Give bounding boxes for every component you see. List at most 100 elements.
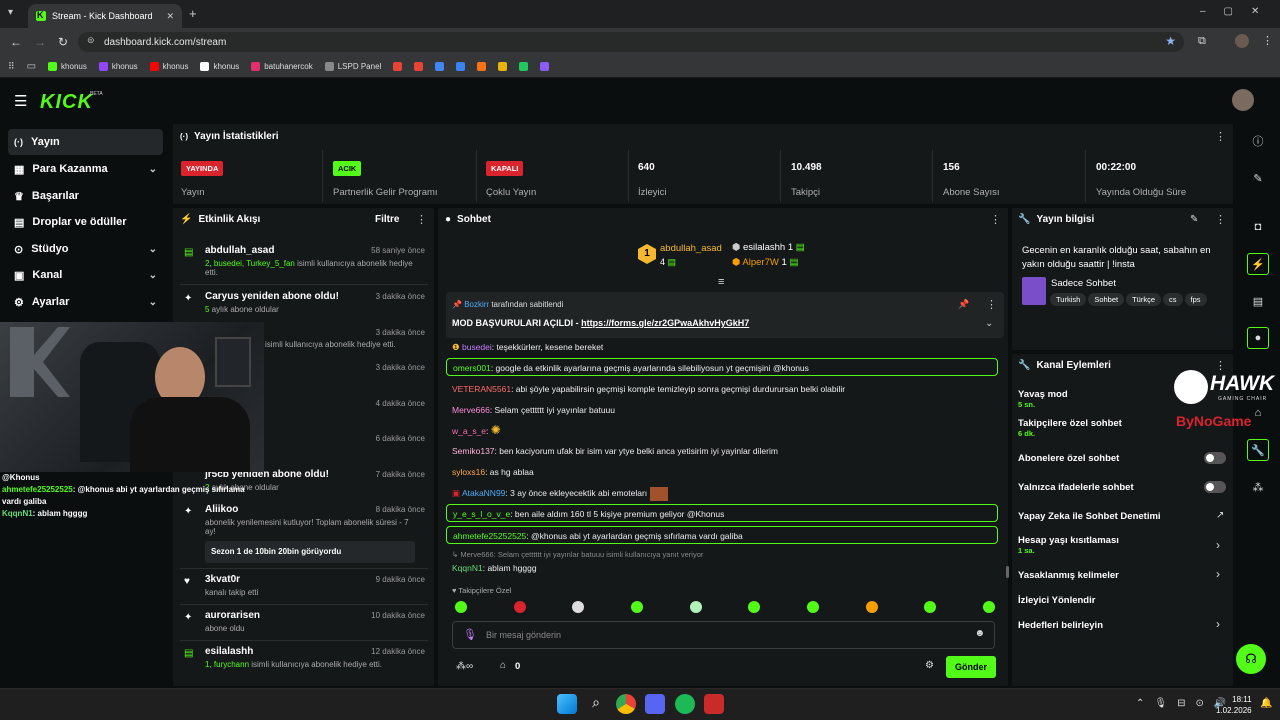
edit-pencil-icon[interactable]: ✎: [1238, 163, 1278, 193]
store-icon[interactable]: ⌂: [500, 660, 506, 671]
pin-menu-icon[interactable]: ⋮: [986, 298, 997, 311]
tab-search-icon[interactable]: ▾: [8, 7, 13, 18]
filter-button[interactable]: Filtre: [375, 214, 399, 225]
store-icon[interactable]: ⌂: [1238, 398, 1278, 428]
lightning-icon[interactable]: ⚡: [1238, 249, 1278, 279]
hamburger-menu-icon[interactable]: ☰: [14, 92, 27, 110]
sidebar-item-droplar[interactable]: ▤ Droplar ve ödüller: [8, 209, 163, 235]
folder-icon[interactable]: ▭: [27, 61, 36, 72]
discord-icon[interactable]: [645, 694, 665, 714]
external-link-icon[interactable]: ↗: [1216, 510, 1224, 521]
sidebar-item-basarilar[interactable]: ♛ Başarılar: [8, 183, 163, 209]
window-controls[interactable]: –▢✕: [1200, 6, 1277, 17]
chat-settings-icon[interactable]: ⚙: [925, 660, 934, 671]
emote-icon[interactable]: [748, 601, 761, 613]
emote-icon[interactable]: [572, 601, 585, 613]
emote-icon[interactable]: [513, 601, 526, 613]
emote-icon[interactable]: [924, 601, 937, 613]
leader-row[interactable]: ⬢ Alper7W 1 ▤: [732, 257, 798, 268]
ai-moderation-row[interactable]: Yapay Zeka ile Sohbet Denetimi: [1018, 511, 1161, 522]
chat-message[interactable]: omers001: google da etkinlik ayarlarına …: [446, 358, 998, 376]
browser-tab[interactable]: Stream - Kick Dashboard ✕: [28, 4, 182, 28]
support-headset-icon[interactable]: ☊: [1236, 644, 1266, 674]
info-icon[interactable]: ⓘ: [1238, 126, 1278, 156]
raid-row[interactable]: İzleyici Yönlendir: [1018, 595, 1095, 606]
site-info-icon[interactable]: ⊜: [87, 35, 95, 46]
extensions-icon[interactable]: ⧉: [1198, 35, 1206, 48]
chat-message[interactable]: ahmetefe25252525: @khonus abi yt ayarlar…: [446, 526, 998, 544]
emote-only-toggle[interactable]: [1204, 481, 1226, 493]
gmail-bookmark-icon[interactable]: [393, 62, 403, 71]
windows-start-icon[interactable]: [557, 694, 577, 714]
pinned-link[interactable]: https://forms.gle/zr2GPwaAkhvHyGkH7: [581, 318, 749, 328]
search-icon[interactable]: ⌕: [586, 694, 606, 714]
leader-row[interactable]: ⬢ esilalashh 1 ▤: [732, 242, 805, 253]
chat-message[interactable]: Semiko137: ben kaciyorum ufak bir isim v…: [446, 442, 998, 460]
chat-points-icon[interactable]: ⁂∞: [456, 661, 473, 672]
chat-bubble-icon[interactable]: ●: [1238, 323, 1278, 353]
bookmark-khonus-kick[interactable]: khonus: [48, 62, 87, 71]
microphone-icon[interactable]: 🎙: [463, 628, 477, 641]
app-bookmark-icon[interactable]: [498, 62, 508, 71]
emoji-picker-icon[interactable]: ☻: [974, 628, 985, 639]
chat-message[interactable]: y_e_s_l_o_v_e: ben aile aldım 160 tl 5 k…: [446, 504, 998, 522]
new-tab-icon[interactable]: +: [189, 6, 197, 21]
chrome-icon[interactable]: [616, 694, 636, 714]
apps-grid-icon[interactable]: ⠿: [8, 61, 15, 72]
chat-message[interactable]: ❶ busedei: teşekkürlerr, kesene bereket: [446, 338, 998, 356]
emote-icon[interactable]: [865, 601, 878, 613]
emote-icon[interactable]: [455, 601, 467, 613]
app-bookmark-icon[interactable]: [456, 62, 466, 71]
gmail-bookmark-icon[interactable]: [414, 62, 424, 71]
sidebar-item-yayin[interactable]: (·) Yayın: [8, 129, 163, 155]
activity-menu-icon[interactable]: ⋮: [416, 213, 427, 226]
docs-bookmark-icon[interactable]: [435, 62, 445, 71]
followers-only-row[interactable]: Takipçilere özel sohbet 6 dk.: [1018, 418, 1122, 438]
bookmark-khonus-x[interactable]: khonus: [200, 62, 239, 71]
tab-close-icon[interactable]: ✕: [166, 11, 174, 22]
app-bookmark-icon[interactable]: [477, 62, 487, 71]
wrench-icon[interactable]: 🔧: [1238, 435, 1278, 465]
sidebar-item-para-kazanma[interactable]: ▦ Para Kazanma ⌄: [8, 156, 163, 182]
chat-message[interactable]: ▣ AtakaNN99: 3 ay önce ekleyecektik abi …: [446, 484, 998, 502]
emote-icon[interactable]: [630, 601, 643, 613]
chat-message[interactable]: VETERAN5561: abi şöyle yapabilirsin geçm…: [446, 380, 998, 398]
camera-icon[interactable]: ◘: [1238, 212, 1278, 242]
chat-message[interactable]: Merve666: Selam çetttttt iyi yayınlar ba…: [446, 401, 998, 419]
app-taskbar-icon[interactable]: [704, 694, 724, 714]
chevron-down-icon[interactable]: ⌄: [985, 318, 993, 329]
chevron-right-icon[interactable]: ›: [1216, 538, 1220, 552]
chat-message[interactable]: KqqnN1: ablam hgggg: [446, 559, 998, 577]
bookmark-khonus-twitch[interactable]: khonus: [98, 62, 138, 71]
account-age-row[interactable]: Hesap yaşı kısıtlaması 1 sa.: [1018, 535, 1119, 555]
category-name[interactable]: Sadece Sohbet: [1051, 278, 1116, 289]
emote-icon[interactable]: [982, 601, 995, 613]
spotify-icon[interactable]: [675, 694, 695, 714]
kick-logo[interactable]: KICK: [40, 91, 93, 114]
sheets-bookmark-icon[interactable]: [519, 62, 529, 71]
sidebar-item-kanal[interactable]: ▣ Kanal ⌄: [8, 262, 163, 288]
browser-menu-icon[interactable]: ⋮: [1262, 34, 1273, 47]
chat-menu-icon[interactable]: ⋮: [990, 213, 1001, 226]
address-bar[interactable]: ⊜ dashboard.kick.com/stream ★: [78, 32, 1184, 52]
stream-info-menu-icon[interactable]: ⋮: [1215, 213, 1226, 226]
stats-menu-icon[interactable]: ⋮: [1215, 130, 1226, 143]
tag[interactable]: Sohbet: [1088, 293, 1125, 306]
user-avatar[interactable]: [1232, 89, 1254, 111]
bookmark-batuhanercok[interactable]: batuhanercok: [251, 62, 313, 71]
subscribers-only-toggle[interactable]: [1204, 452, 1226, 464]
pin-icon[interactable]: 📌: [958, 299, 969, 310]
sidebar-item-studyo[interactable]: ⊙ Stüdyo ⌄: [8, 236, 163, 262]
bookmark-lspd-panel[interactable]: LSPD Panel: [324, 62, 381, 71]
chat-scrollbar[interactable]: [1006, 566, 1009, 578]
chat-message[interactable]: syloxs16: as hg ablaa: [446, 463, 998, 481]
profile-avatar[interactable]: [1235, 34, 1249, 48]
emote-icon[interactable]: [806, 601, 819, 613]
send-button[interactable]: Gönder: [946, 656, 996, 678]
notification-bell-icon[interactable]: 🔔: [1260, 698, 1272, 709]
forms-bookmark-icon[interactable]: [540, 62, 550, 71]
tag[interactable]: cs: [1163, 293, 1183, 306]
bookmark-star-icon[interactable]: ★: [1165, 34, 1176, 48]
chat-message[interactable]: w_a_s_e: ✺: [446, 421, 998, 439]
sidebar-item-ayarlar[interactable]: ⚙ Ayarlar ⌄: [8, 289, 163, 315]
